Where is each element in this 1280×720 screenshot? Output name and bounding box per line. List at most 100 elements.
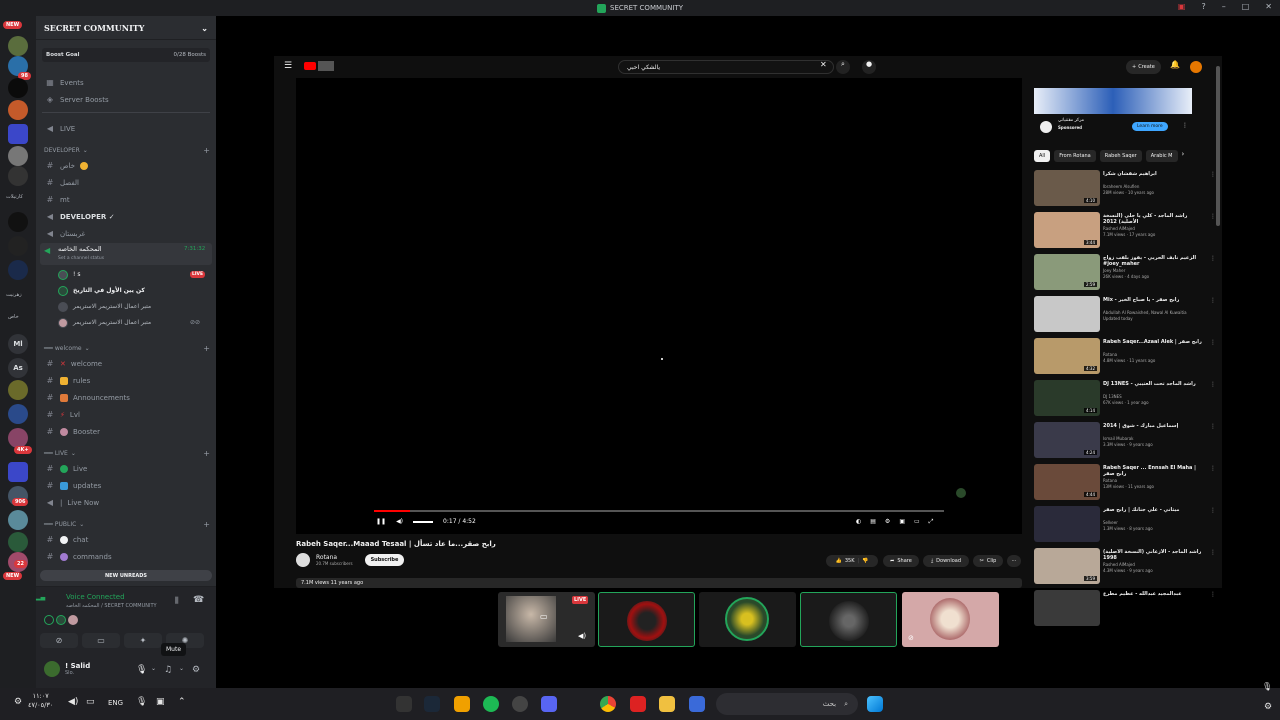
add-channel-icon[interactable]: + — [203, 146, 210, 155]
notifications-icon[interactable]: 🔔 — [1170, 60, 1180, 69]
add-channel-icon[interactable]: + — [203, 449, 210, 458]
channel-gharbistan[interactable]: ◀ غربستان — [42, 226, 210, 241]
channel-khas[interactable]: # خاص — [42, 158, 210, 173]
more-icon[interactable]: ⋮ — [1210, 381, 1216, 388]
recommendation-item[interactable]: 4:14 DJ 13NES - راشد الماجد تحت العتيبي DJ… — [1034, 380, 1222, 416]
channel-name[interactable]: Rotana — [316, 554, 353, 561]
app-icon[interactable] — [512, 696, 528, 712]
server-icon[interactable] — [8, 404, 28, 424]
share-button[interactable]: ➦ Share — [883, 555, 919, 567]
volume-slider[interactable] — [413, 520, 434, 523]
more-icon[interactable]: ⋮ — [1210, 465, 1216, 472]
video-thumbnail[interactable] — [1034, 506, 1100, 542]
more-actions-button[interactable]: ⋯ — [1007, 555, 1021, 567]
chip-all[interactable]: All — [1034, 150, 1051, 162]
folder-icon[interactable] — [8, 462, 28, 482]
chevron-right-icon[interactable]: › — [1182, 150, 1185, 162]
server-header[interactable]: SECRET COMMUNITY ⌄ — [36, 16, 216, 40]
recommendation-item[interactable]: ميثاني - علي جنانك | رابح صقر Selkeer 1.3M… — [1034, 506, 1222, 542]
chevron-down-icon[interactable]: ⌄ — [151, 665, 156, 672]
fullscreen-icon[interactable]: ⤢ — [929, 518, 934, 526]
file-explorer-icon[interactable] — [659, 696, 675, 712]
category-welcome[interactable]: ━━━ welcome ⌄ + — [44, 344, 210, 353]
search-input[interactable]: يالشكي احبي — [618, 60, 834, 74]
help-icon[interactable]: ? — [1201, 2, 1205, 11]
active-voice-channel[interactable]: ◀ المحكمه الخاصه 7:31:32 Set a channel s… — [40, 243, 212, 265]
server-icon[interactable]: As — [8, 358, 28, 378]
server-icon[interactable] — [8, 510, 28, 530]
voice-search-icon[interactable]: ● — [862, 60, 876, 74]
video-title[interactable]: راشد الماجد - الأزعاني (النسخة الأصلية) … — [1103, 549, 1203, 561]
new-unreads-pill[interactable]: NEW UNREADS — [40, 570, 212, 581]
theater-icon[interactable]: ▭ — [914, 518, 920, 526]
volume-icon[interactable]: ◀) — [68, 697, 78, 707]
chip-arabic[interactable]: Arabic M — [1145, 150, 1178, 162]
channel-chat[interactable]: # chat — [42, 532, 210, 547]
chip-from-channel[interactable]: From Rotana — [1054, 150, 1096, 162]
more-icon[interactable]: ⋮ — [1210, 339, 1216, 346]
server-icon[interactable] — [8, 36, 28, 56]
settings-icon[interactable]: ⚙ — [14, 697, 22, 707]
recommendation-item[interactable]: Mix - رابح صقر - يا صباح الخير Abdullah A… — [1034, 296, 1222, 332]
microphone-icon[interactable]: 🎙 — [136, 665, 147, 675]
channel-announcements[interactable]: # Announcements — [42, 390, 210, 405]
notification-icon[interactable]: ⚙ — [1264, 702, 1272, 712]
create-button[interactable]: + Create — [1126, 60, 1161, 74]
download-button[interactable]: ⤓ Download — [923, 555, 969, 567]
server-icon[interactable] — [8, 260, 28, 280]
video-title[interactable]: ميثاني - علي جنانك | رابح صقر — [1103, 507, 1203, 519]
video-player[interactable]: ❚❚ ◀) 0:17 / 4:52 ◐ ▤ ⚙ ▣ ▭ ⤢ — [296, 78, 1022, 534]
add-channel-icon[interactable]: + — [203, 520, 210, 529]
video-title[interactable]: Rabeh Saqer ... Ennsah El Maha | رابح صق… — [1103, 465, 1203, 477]
participant-tile[interactable]: ⊘ — [902, 592, 999, 647]
channel-live[interactable]: ◀ LIVE — [42, 121, 210, 136]
voice-user[interactable]: ! s — [58, 268, 80, 281]
voice-user[interactable]: كن يين الأول في التاريخ — [58, 284, 145, 297]
chevron-up-icon[interactable]: ⌃ — [178, 697, 186, 707]
category-live[interactable]: ━━━ LIVE ⌄ + — [44, 449, 210, 458]
video-title[interactable]: الزعيم نايف الحربي - يفوز بلقب زواج #joe… — [1103, 255, 1203, 267]
activities-button[interactable]: ✦ — [124, 633, 162, 648]
server-icon[interactable] — [8, 532, 28, 552]
voice-user[interactable]: متبر اعمال الاستريمر الاستريمر — [58, 316, 151, 329]
screen-share-button[interactable]: ▭ — [82, 633, 120, 648]
chrome-icon[interactable] — [600, 696, 616, 712]
discord-icon[interactable] — [541, 696, 557, 712]
volume-icon[interactable]: ◀) — [578, 632, 586, 640]
clip-button[interactable]: ✂ Clip — [973, 555, 1003, 567]
participant-tile[interactable] — [800, 592, 897, 647]
pause-icon[interactable]: ❚❚ — [376, 518, 386, 525]
server-icon[interactable]: Ml — [8, 334, 28, 354]
thumbs-up-icon[interactable]: 👍 — [836, 558, 842, 564]
channel-alfasl[interactable]: # الفصل — [42, 175, 210, 190]
settings-icon[interactable]: ⚙ — [192, 665, 200, 675]
search-icon[interactable]: ⌕ — [836, 60, 850, 74]
subtitles-icon[interactable]: ▤ — [870, 518, 876, 526]
video-title[interactable]: راشد الماجد - كلي يا حلي (النسخة الأصلية… — [1103, 213, 1203, 225]
server-icon[interactable] — [8, 78, 28, 98]
autoplay-toggle[interactable]: ◐ — [856, 518, 861, 526]
new-pill[interactable]: NEW — [3, 21, 23, 29]
more-icon[interactable]: ⋮ — [1182, 122, 1188, 129]
video-title[interactable]: إسماعيل مبارك - شوق | 2014 — [1103, 423, 1203, 435]
set-status-link[interactable]: Set a channel status — [58, 256, 104, 261]
server-icon[interactable] — [8, 100, 28, 120]
voice-user[interactable]: متبر اعمال الاستريمر الاستريمر — [58, 300, 151, 313]
channel-booster[interactable]: # Booster — [42, 424, 210, 439]
video-thumbnail[interactable] — [1034, 296, 1100, 332]
channel-live-text[interactable]: # Live — [42, 461, 210, 476]
language-indicator[interactable]: ENG — [108, 699, 123, 707]
voice-status[interactable]: Voice Connected — [66, 593, 125, 601]
app-icon[interactable] — [630, 696, 646, 712]
ad-learn-more-button[interactable]: Learn more — [1132, 122, 1168, 131]
server-boosts-item[interactable]: ◈ Server Boosts — [42, 92, 210, 107]
subscribe-button[interactable]: Subscribe — [364, 554, 405, 566]
chevron-down-icon[interactable]: ⌄ — [179, 665, 184, 672]
youtube-logo-icon[interactable] — [304, 62, 316, 70]
windows-start-icon[interactable] — [867, 696, 883, 712]
taskbar-search[interactable]: بحث ⌕ — [716, 693, 858, 715]
video-title[interactable]: Mix - رابح صقر - يا صباح الخير — [1103, 297, 1203, 309]
steam-icon[interactable] — [424, 696, 440, 712]
thumbs-down-icon[interactable]: 👎 — [862, 558, 868, 564]
more-icon[interactable]: ⋮ — [1210, 297, 1216, 304]
